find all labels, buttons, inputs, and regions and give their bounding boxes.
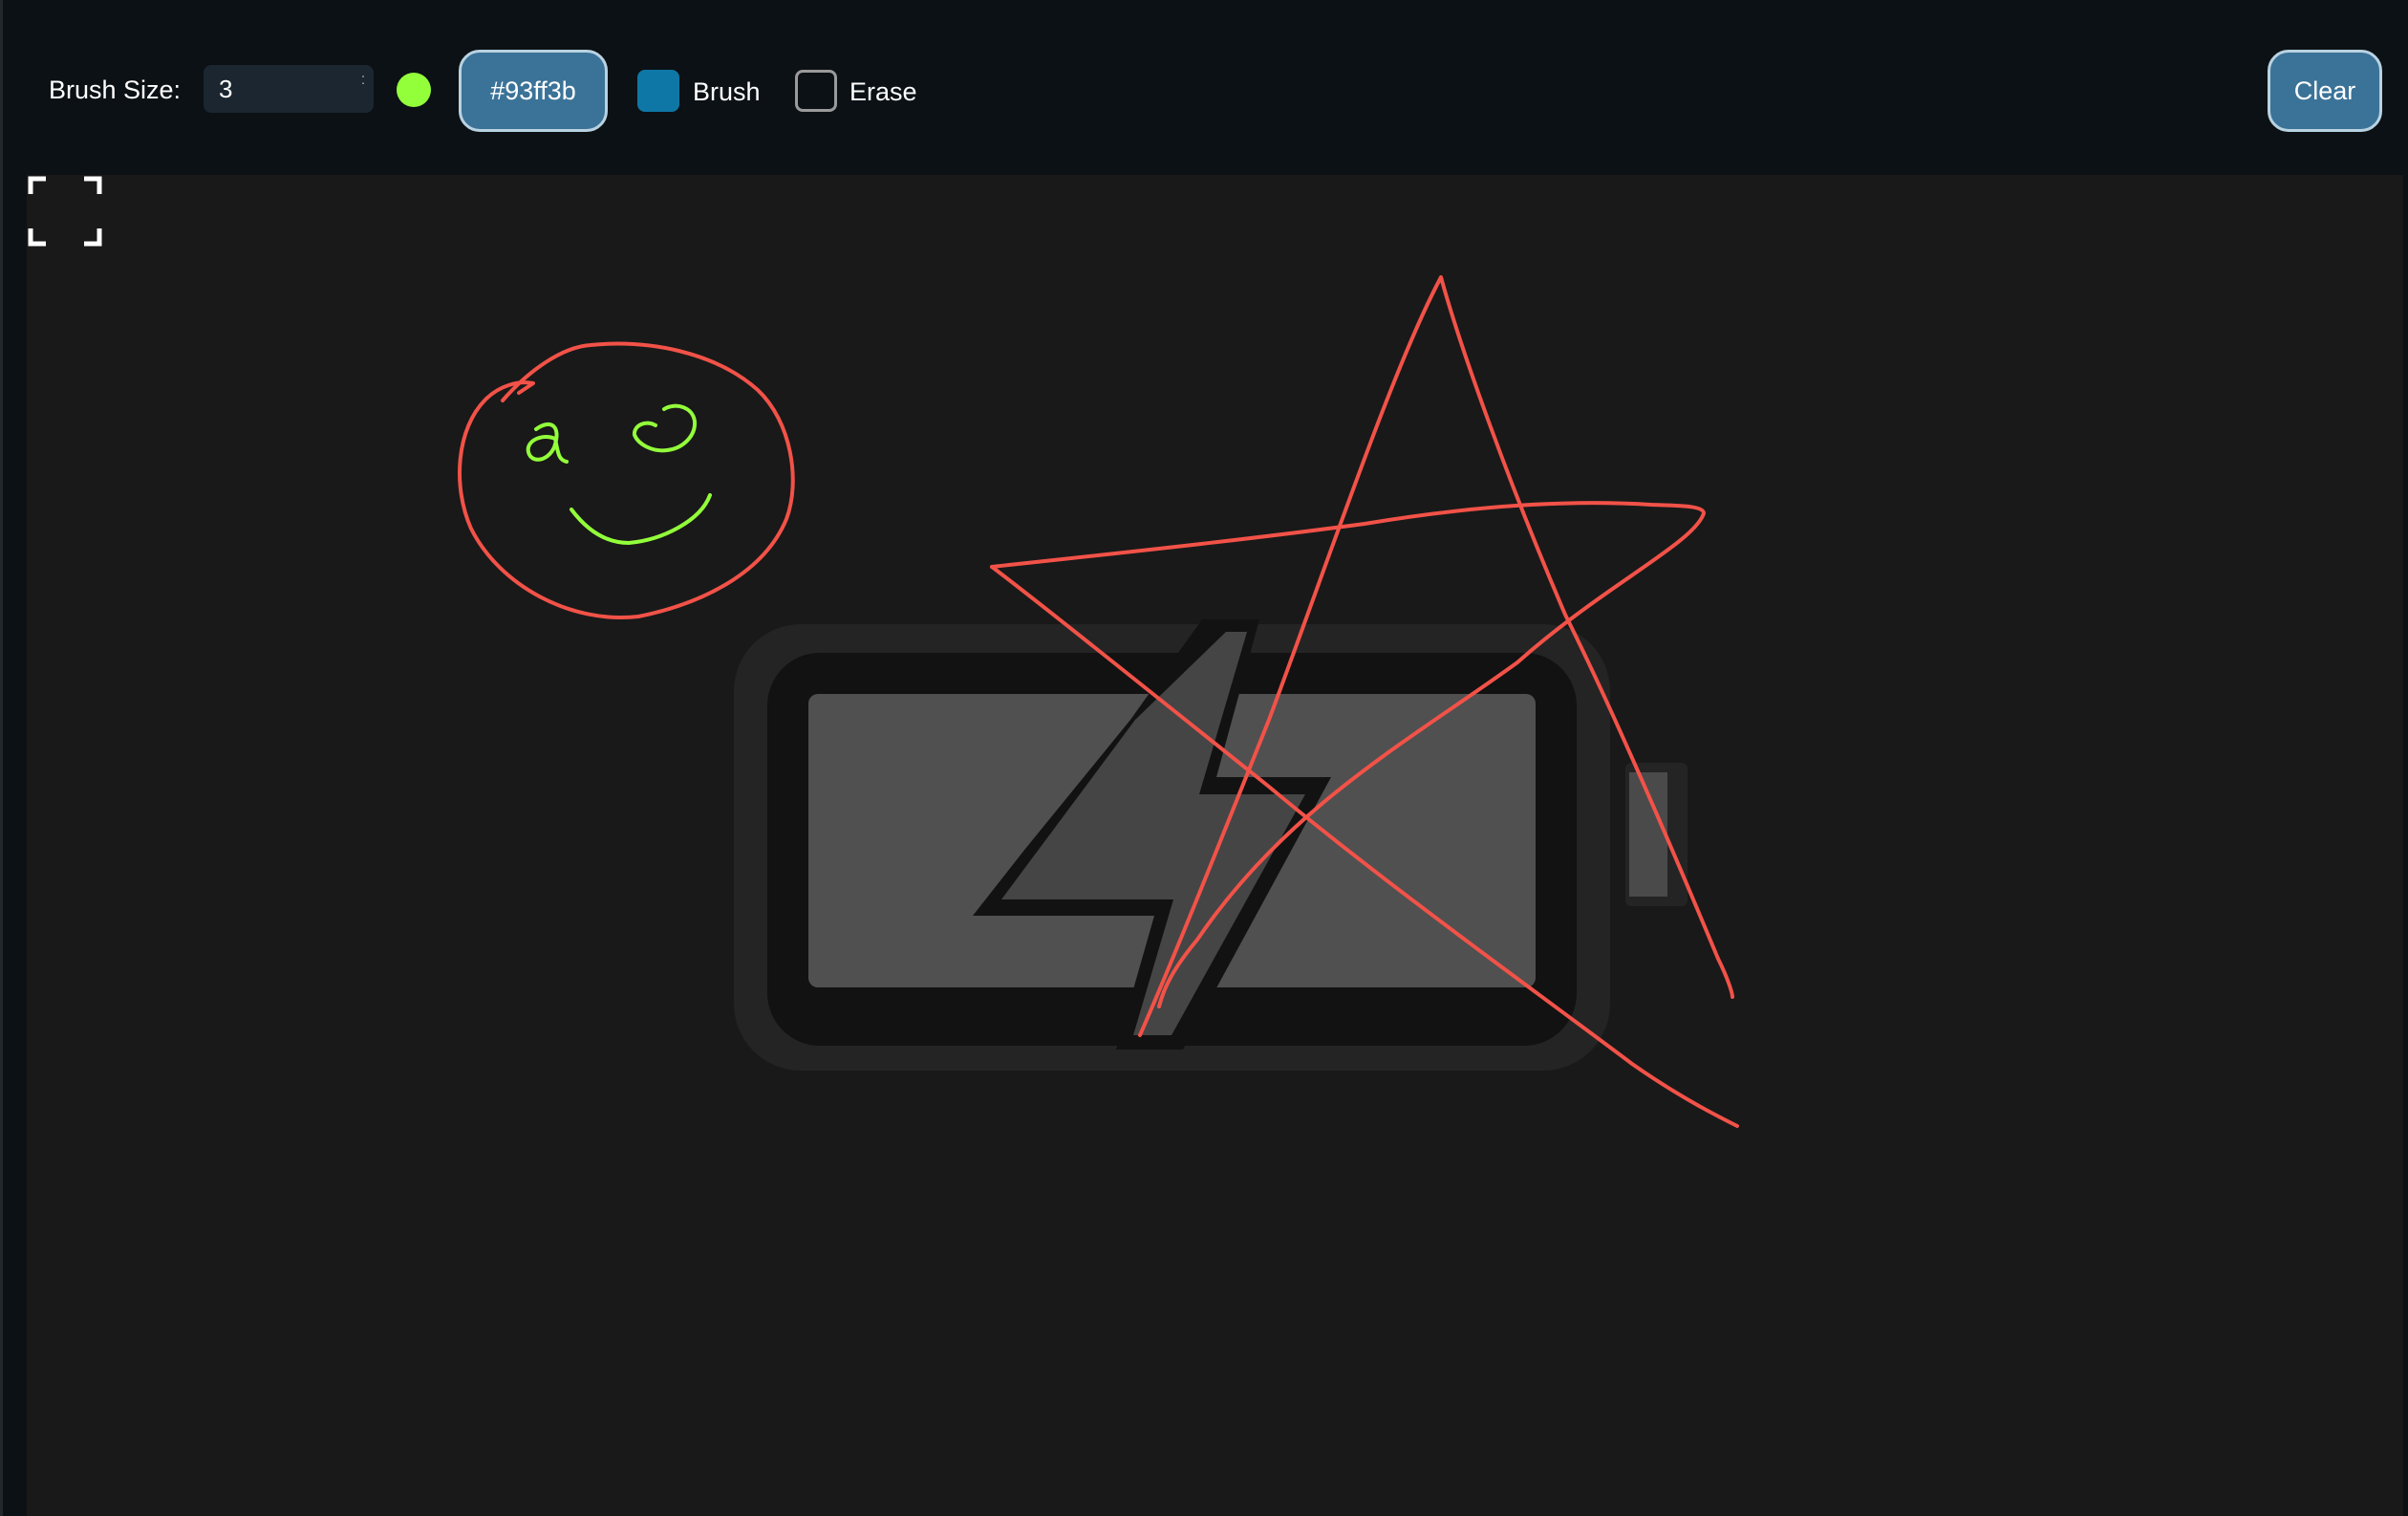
brush-mode-checkbox[interactable]: [637, 70, 679, 112]
current-color-swatch: [397, 73, 431, 107]
brush-size-input-wrapper: ⁚: [204, 65, 374, 113]
brush-size-input[interactable]: [204, 65, 347, 113]
battery-charging-icon: [734, 619, 1688, 1071]
color-picker-button[interactable]: #93ff3b: [459, 50, 608, 132]
drawing-canvas[interactable]: [27, 175, 2403, 1516]
smiley-right-eye-stroke: [633, 403, 698, 453]
paint-app: Brush Size: ⁚ #93ff3b Brush Erase Clear: [0, 0, 2408, 1516]
canvas-drawing-layer: [458, 275, 1739, 1128]
brush-mode-label[interactable]: Brush: [693, 75, 761, 109]
smiley-mouth-stroke: [570, 493, 712, 545]
clear-button[interactable]: Clear: [2268, 50, 2382, 132]
erase-mode-checkbox[interactable]: [795, 70, 837, 112]
brush-size-label: Brush Size:: [49, 76, 182, 104]
brush-size-stepper[interactable]: ⁚: [356, 73, 370, 105]
smiley-outline-stroke: [458, 341, 795, 619]
erase-mode-label[interactable]: Erase: [849, 75, 917, 109]
smiley-left-eye-stroke: [526, 422, 569, 464]
fullscreen-icon[interactable]: [27, 175, 103, 248]
toolbar: Brush Size: ⁚ #93ff3b Brush Erase Clear: [3, 0, 2408, 175]
